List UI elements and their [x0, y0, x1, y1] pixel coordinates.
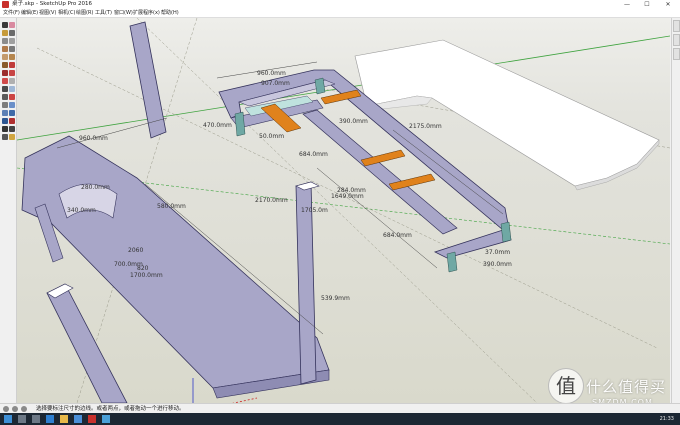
- modeling-viewport[interactable]: 960.0mm 280.0mm 340.0mm 580.0mm 2170.0mm…: [17, 18, 670, 403]
- paint-icon[interactable]: [2, 30, 8, 36]
- dim-960-left[interactable]: 960.0mm: [79, 135, 108, 142]
- dim-1649[interactable]: 1649.0mm: [331, 193, 364, 200]
- minimize-button[interactable]: —: [618, 0, 636, 9]
- menu-window[interactable]: 窗口(W): [114, 9, 133, 17]
- explorer-icon[interactable]: [60, 415, 68, 423]
- text-icon[interactable]: [2, 94, 8, 100]
- tray-tab-components[interactable]: [673, 48, 680, 60]
- dim-907[interactable]: 907.0mm: [261, 80, 290, 87]
- windows-start-icon[interactable]: [4, 415, 12, 423]
- select-icon[interactable]: [2, 22, 8, 28]
- polygon-icon[interactable]: [9, 46, 15, 52]
- store-icon[interactable]: [74, 415, 82, 423]
- dim-684-a[interactable]: 684.0mm: [299, 151, 328, 158]
- circle-icon[interactable]: [2, 46, 8, 52]
- orbit-icon[interactable]: [9, 102, 15, 108]
- title-bar: 桌子.skp - SketchUp Pro 2016 — ☐ ✕: [0, 0, 680, 9]
- rectangle-icon[interactable]: [9, 38, 15, 44]
- zoom-window-icon[interactable]: [2, 118, 8, 124]
- walk-icon[interactable]: [2, 126, 8, 132]
- foot-1[interactable]: [234, 111, 246, 137]
- windows-taskbar: 21:33: [0, 413, 680, 425]
- dim-340[interactable]: 340.0mm: [67, 207, 96, 214]
- tray-tab-entity-info[interactable]: [673, 20, 680, 32]
- sketchup-logo-icon: [2, 1, 9, 8]
- watermark-text: 什么值得买: [586, 378, 667, 396]
- freehand-icon[interactable]: [2, 54, 8, 60]
- menu-extensions[interactable]: 扩展程序(x): [133, 9, 160, 17]
- tool-palette: [0, 18, 17, 403]
- dim-280[interactable]: 280.0mm: [81, 184, 110, 191]
- credits-icon[interactable]: [21, 406, 27, 412]
- 3d-text-icon[interactable]: [2, 102, 8, 108]
- dim-2170[interactable]: 2170.0mm: [255, 197, 288, 204]
- geo-icon[interactable]: [12, 406, 18, 412]
- dim-820[interactable]: 820: [137, 265, 149, 272]
- move-icon[interactable]: [2, 62, 8, 68]
- dim-50[interactable]: 50.0mm: [259, 133, 284, 140]
- zoom-icon[interactable]: [9, 110, 15, 116]
- menu-bar: 文件(F) 编辑(E) 视图(V) 相机(C) 绘图(R) 工具(T) 窗口(W…: [0, 9, 680, 18]
- default-tray: [671, 18, 680, 403]
- dim-539[interactable]: 539.9mm: [321, 295, 350, 302]
- dimension-icon[interactable]: [2, 86, 8, 92]
- edge-icon[interactable]: [46, 415, 54, 423]
- info-icon[interactable]: [3, 406, 9, 412]
- pan-icon[interactable]: [2, 110, 8, 116]
- protractor-icon[interactable]: [9, 86, 15, 92]
- dim-390-top[interactable]: 390.0mm: [339, 118, 368, 125]
- arc-icon[interactable]: [2, 38, 8, 44]
- menu-camera[interactable]: 相机(C): [58, 9, 75, 17]
- leg-front-left[interactable]: [46, 283, 128, 403]
- search-icon[interactable]: [18, 415, 26, 423]
- task-view-icon[interactable]: [32, 415, 40, 423]
- position-camera-icon[interactable]: [9, 126, 15, 132]
- dim-1705[interactable]: 1705.0m: [301, 207, 328, 214]
- menu-tools[interactable]: 工具(T): [95, 9, 112, 17]
- offset-icon[interactable]: [9, 70, 15, 76]
- menu-file[interactable]: 文件(F): [3, 9, 20, 17]
- line-icon[interactable]: [9, 30, 15, 36]
- foot-3[interactable]: [446, 251, 458, 273]
- photos-icon[interactable]: [102, 415, 110, 423]
- system-clock[interactable]: 21:33: [660, 414, 674, 424]
- push-pull-icon[interactable]: [9, 54, 15, 60]
- menu-view[interactable]: 视图(V): [39, 9, 56, 17]
- close-button[interactable]: ✕: [659, 0, 677, 9]
- desk-surface-large[interactable]: [21, 135, 330, 389]
- dim-960-top[interactable]: 960.0mm: [257, 70, 286, 77]
- tape-measure-icon[interactable]: [9, 78, 15, 84]
- maximize-button[interactable]: ☐: [638, 0, 656, 9]
- look-around-icon[interactable]: [2, 134, 8, 140]
- dim-1700[interactable]: 1700.0mm: [130, 272, 163, 279]
- model-canvas[interactable]: 960.0mm 280.0mm 340.0mm 580.0mm 2170.0mm…: [17, 18, 670, 403]
- leg-back-left[interactable]: [129, 21, 167, 139]
- menu-draw[interactable]: 绘图(R): [76, 9, 93, 17]
- menu-edit[interactable]: 编辑(E): [21, 9, 38, 17]
- follow-me-icon[interactable]: [2, 78, 8, 84]
- sketchup-icon[interactable]: [88, 415, 96, 423]
- scale-icon[interactable]: [2, 70, 8, 76]
- dim-470[interactable]: 470.0mm: [203, 122, 232, 129]
- status-message: 选择要标注尺寸的边线。或者两点，或者拖动一个进行移动。: [36, 406, 185, 412]
- zoom-extents-icon[interactable]: [9, 118, 15, 124]
- foot-4[interactable]: [500, 221, 512, 243]
- axes-icon[interactable]: [9, 94, 15, 100]
- rotate-icon[interactable]: [9, 62, 15, 68]
- foot-2[interactable]: [314, 77, 326, 95]
- dim-390-bot[interactable]: 390.0mm: [483, 261, 512, 268]
- dim-37[interactable]: 37.0mm: [485, 249, 510, 256]
- dim-580[interactable]: 580.0mm: [157, 203, 186, 210]
- dim-2175[interactable]: 2175.0mm: [409, 123, 442, 130]
- window-title: 桌子.skp - SketchUp Pro 2016: [12, 1, 93, 7]
- dim-684-b[interactable]: 684.0mm: [383, 232, 412, 239]
- tray-tab-materials[interactable]: [673, 34, 680, 46]
- dim-2060[interactable]: 2060: [128, 247, 143, 254]
- watermark-badge: 值: [548, 368, 584, 404]
- eraser-icon[interactable]: [9, 22, 15, 28]
- section-plane-icon[interactable]: [9, 134, 15, 140]
- menu-help[interactable]: 帮助(H): [161, 9, 179, 17]
